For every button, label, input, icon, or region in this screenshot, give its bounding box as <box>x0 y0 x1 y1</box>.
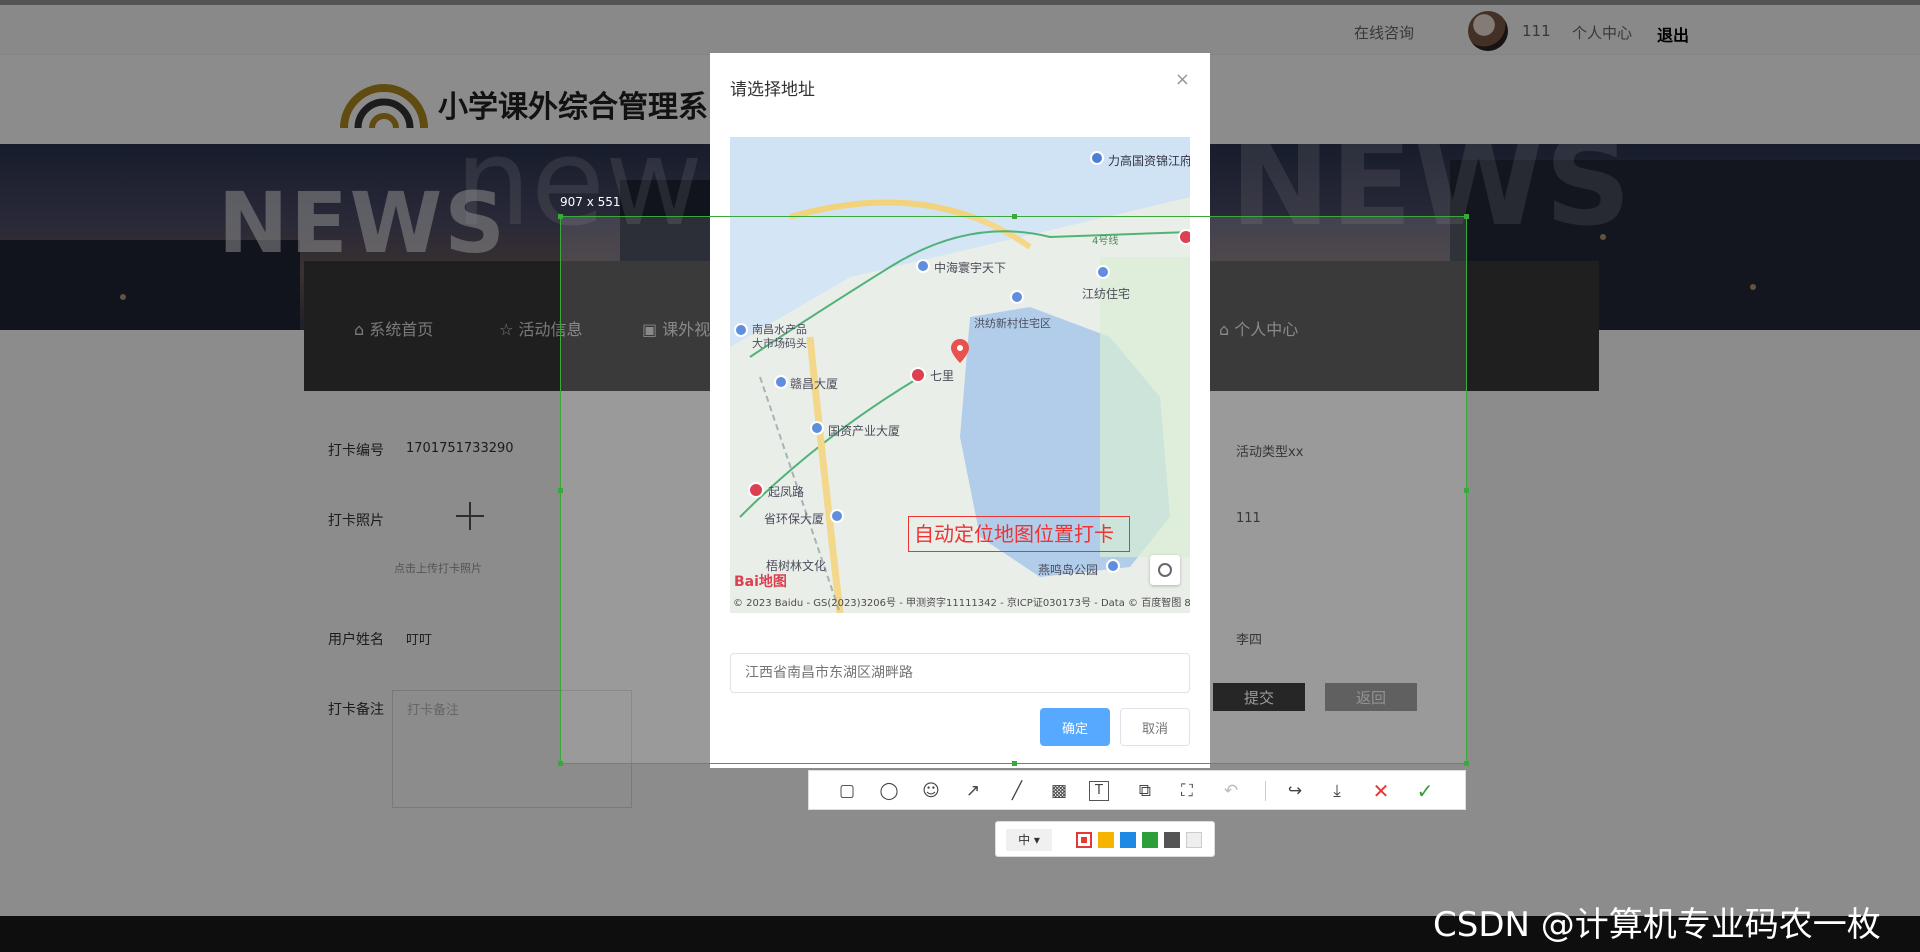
dialog-title: 请选择地址 <box>730 80 815 100</box>
size-select[interactable]: 中 ▾ <box>1006 829 1052 851</box>
emoji-tool-icon[interactable]: ☺ <box>919 779 943 803</box>
resize-handle[interactable] <box>558 488 563 493</box>
pin-tool-icon[interactable]: ⧉ <box>1133 779 1157 803</box>
arrow-tool-icon[interactable]: ↗ <box>961 779 985 803</box>
ellipse-tool-icon[interactable]: ◯ <box>877 779 901 803</box>
resize-handle[interactable] <box>1464 488 1469 493</box>
map-poi-lgao: 力高国资锦江府 <box>1108 154 1190 168</box>
confirm-icon[interactable]: ✓ <box>1413 779 1437 803</box>
size-select-value: 中 <box>1018 833 1031 847</box>
undo-icon[interactable]: ↶ <box>1219 779 1243 803</box>
color-swatch-blue[interactable] <box>1120 832 1136 848</box>
color-swatch-red[interactable] <box>1076 832 1092 848</box>
resize-handle[interactable] <box>558 214 563 219</box>
resize-handle[interactable] <box>1012 214 1017 219</box>
resize-handle[interactable] <box>1012 761 1017 766</box>
color-swatch-yellow[interactable] <box>1098 832 1114 848</box>
toolbar-divider <box>1265 781 1266 801</box>
resize-handle[interactable] <box>1464 761 1469 766</box>
screenshot-selection[interactable] <box>558 214 1469 766</box>
color-swatch-white[interactable] <box>1186 832 1202 848</box>
screenshot-toolbar: ▢ ◯ ☺ ↗ ╱ ▩ T ⧉ ⛶ ↶ ↪ ⤓ ✕ ✓ <box>808 770 1466 810</box>
ocr-tool-icon[interactable]: ⛶ <box>1175 779 1199 803</box>
selection-size-label: 907 x 551 <box>560 195 621 209</box>
save-icon[interactable]: ⤓ <box>1325 779 1349 803</box>
watermark: CSDN @计算机专业码农一枚 <box>1433 905 1881 945</box>
mosaic-tool-icon[interactable]: ▩ <box>1047 779 1071 803</box>
pen-tool-icon[interactable]: ╱ <box>1005 779 1029 803</box>
text-annotation[interactable]: 自动定位地图位置打卡 <box>908 516 1130 552</box>
share-icon[interactable]: ↪ <box>1283 779 1307 803</box>
close-icon[interactable]: × <box>1175 69 1190 90</box>
style-palette: 中 ▾ <box>995 821 1215 857</box>
map-pin-icon[interactable] <box>1090 151 1104 165</box>
text-tool-icon[interactable]: T <box>1089 781 1109 801</box>
cancel-icon[interactable]: ✕ <box>1369 779 1393 803</box>
resize-handle[interactable] <box>1464 214 1469 219</box>
color-swatch-gray[interactable] <box>1164 832 1180 848</box>
color-swatch-green[interactable] <box>1142 832 1158 848</box>
resize-handle[interactable] <box>558 761 563 766</box>
rectangle-tool-icon[interactable]: ▢ <box>835 779 859 803</box>
